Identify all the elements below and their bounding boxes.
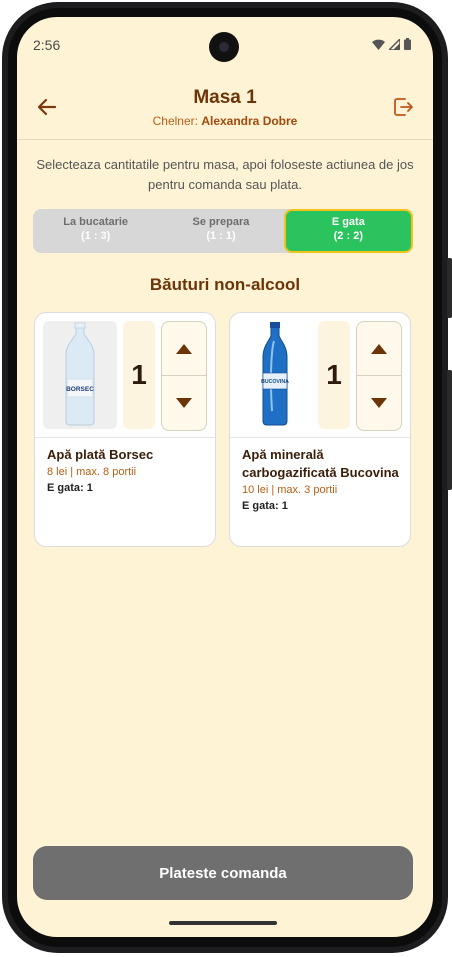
signal-icon	[389, 38, 400, 50]
triangle-up-icon	[371, 343, 387, 354]
logout-icon[interactable]	[391, 95, 415, 119]
tab-label: E gata	[331, 216, 365, 228]
quantity-stepper	[161, 321, 207, 431]
waiter-info: Chelner: Alexandra Dobre	[17, 114, 433, 128]
power-button	[447, 370, 452, 490]
header-divider	[17, 139, 433, 140]
product-info: Apă plată Borsec 8 lei | max. 8 portii E…	[47, 446, 205, 494]
product-card: BUCOVINA 1 Apă minerală carbogazificată …	[229, 312, 411, 547]
product-image-borsec: BORSEC	[43, 321, 117, 429]
wifi-icon	[372, 39, 385, 50]
product-name: Apă plată Borsec	[47, 447, 154, 462]
product-price: 8 lei | max. 8 portii	[47, 466, 137, 478]
decrease-button[interactable]	[357, 376, 401, 429]
quantity-stepper	[356, 321, 402, 431]
increase-button[interactable]	[162, 322, 206, 376]
product-image-label: BUCOVINA	[261, 379, 289, 385]
app-screen: 2:56 Masa 1 Chelner: Alexandra Dobre Sel…	[17, 17, 433, 937]
status-icons	[372, 38, 411, 50]
tab-label: La bucatarie	[63, 216, 129, 228]
waiter-label: Chelner:	[152, 114, 198, 128]
tab-la-bucatarie[interactable]: La bucatarie (1 : 3)	[33, 209, 158, 253]
triangle-down-icon	[371, 397, 387, 408]
tab-count: (2 : 2)	[333, 230, 363, 242]
card-divider	[230, 437, 410, 438]
product-price: 10 lei | max. 3 portii	[242, 484, 338, 496]
decrease-button[interactable]	[162, 376, 206, 429]
product-image-label: BORSEC	[66, 386, 94, 393]
product-ready-count: E gata: 1	[242, 500, 288, 512]
pay-order-button[interactable]: Plateste comanda	[33, 846, 413, 900]
section-title: Băuturi non-alcool	[149, 275, 301, 294]
instructions-text: Selecteaza cantitatile pentru masa, apoi…	[36, 157, 414, 192]
volume-button	[447, 258, 452, 318]
triangle-up-icon	[176, 343, 192, 354]
increase-button[interactable]	[357, 322, 401, 376]
tab-count: (1 : 3)	[80, 230, 111, 242]
status-bar: 2:56	[17, 17, 433, 69]
tab-e-gata[interactable]: E gata (2 : 2)	[283, 209, 413, 253]
product-ready-count: E gata: 1	[47, 482, 93, 494]
quantity-display: 1	[123, 321, 155, 429]
page-title: Masa 1	[193, 87, 257, 108]
camera-cutout	[209, 32, 239, 62]
status-tabs: La bucatarie (1 : 3) Se prepara (1 : 1) …	[33, 209, 413, 253]
battery-icon	[404, 38, 411, 50]
card-divider	[35, 437, 215, 438]
product-name: Apă minerală carbogazificată Bucovina	[242, 447, 399, 480]
product-image-bucovina: BUCOVINA	[238, 321, 312, 429]
triangle-down-icon	[176, 397, 192, 408]
tab-se-prepara[interactable]: Se prepara (1 : 1)	[158, 209, 283, 253]
quantity-display: 1	[318, 321, 350, 429]
status-time: 2:56	[33, 37, 61, 53]
product-card: BORSEC 1 Apă plată Borsec 8 lei | max. 8…	[34, 312, 216, 547]
product-info: Apă minerală carbogazificată Bucovina 10…	[242, 446, 400, 512]
waiter-name: Alexandra Dobre	[201, 114, 298, 128]
tab-label: Se prepara	[192, 216, 250, 228]
app-header: Masa 1 Chelner: Alexandra Dobre	[17, 83, 433, 141]
tab-count: (1 : 1)	[206, 230, 236, 242]
home-indicator[interactable]	[169, 921, 277, 925]
